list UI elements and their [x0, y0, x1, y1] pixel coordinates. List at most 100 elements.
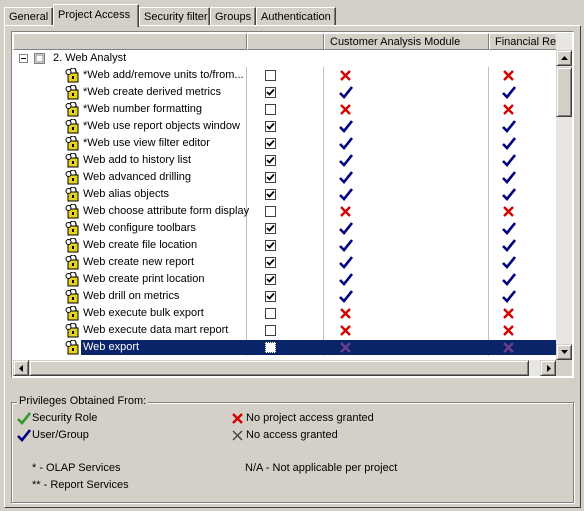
table-row[interactable]: Web create file location	[13, 237, 572, 254]
table-row[interactable]: Web execute data mart report	[13, 322, 572, 339]
tree-group-row[interactable]: 2. Web Analyst	[13, 50, 572, 67]
horizontal-scroll-thumb[interactable]	[29, 360, 529, 376]
column-divider	[488, 186, 489, 203]
table-row[interactable]: Web add to history list	[13, 152, 572, 169]
red-x-icon	[340, 70, 351, 81]
table-row[interactable]: *Web number formatting	[13, 101, 572, 118]
financial-rep-status	[502, 341, 516, 354]
column-divider	[246, 288, 247, 305]
table-row[interactable]: *Web use view filter editor	[13, 135, 572, 152]
privilege-checkbox[interactable]	[265, 257, 276, 268]
table-row[interactable]: Web execute bulk export	[13, 305, 572, 322]
blue-check-icon	[17, 429, 31, 442]
column-divider	[488, 305, 489, 322]
column-divider	[246, 271, 247, 288]
privilege-checkbox[interactable]	[265, 70, 276, 81]
privilege-checkbox[interactable]	[265, 240, 276, 251]
legend-no-project-label: No project access granted	[246, 412, 374, 424]
checkmark-icon	[266, 258, 275, 266]
privilege-checkbox[interactable]	[265, 325, 276, 336]
table-row[interactable]: Web create print location	[13, 271, 572, 288]
tab-project-access[interactable]: Project Access	[53, 4, 139, 27]
table-row[interactable]: Web configure toolbars	[13, 220, 572, 237]
financial-rep-status	[502, 205, 516, 218]
privilege-checkbox[interactable]	[265, 342, 276, 353]
privilege-label: *Web add/remove units to/from...	[83, 69, 244, 81]
horizontal-scrollbar[interactable]	[13, 360, 572, 376]
privilege-checkbox[interactable]	[265, 138, 276, 149]
table-row[interactable]: *Web create derived metrics	[13, 84, 572, 101]
checkmark-icon	[266, 88, 275, 96]
privilege-checkbox[interactable]	[265, 223, 276, 234]
customer-analysis-status	[339, 137, 354, 150]
privilege-lock-icon	[65, 237, 80, 253]
table-row[interactable]: *Web add/remove units to/from...	[13, 67, 572, 84]
group-label: 2. Web Analyst	[53, 52, 127, 64]
collapse-icon[interactable]	[19, 54, 28, 63]
tab-project-access-label: Project Access	[58, 9, 131, 21]
financial-rep-status	[502, 171, 517, 184]
column-divider	[488, 118, 489, 135]
scroll-right-button[interactable]	[540, 360, 556, 376]
tab-groups[interactable]: Groups	[210, 7, 256, 25]
privilege-checkbox[interactable]	[265, 274, 276, 285]
privilege-checkbox[interactable]	[265, 172, 276, 183]
customer-analysis-status	[339, 341, 353, 354]
table-row[interactable]: *Web use report objects window	[13, 118, 572, 135]
tab-general[interactable]: General	[4, 7, 53, 25]
tab-authentication[interactable]: Authentication	[256, 7, 336, 25]
privilege-checkbox[interactable]	[265, 206, 276, 217]
privilege-checkbox[interactable]	[265, 291, 276, 302]
table-row[interactable]: Web alias objects	[13, 186, 572, 203]
checkmark-icon	[266, 190, 275, 198]
table-row[interactable]: Web drill on metrics	[13, 288, 572, 305]
customer-analysis-status	[339, 154, 354, 167]
scroll-up-button[interactable]	[556, 50, 572, 66]
group-checkbox[interactable]	[34, 53, 45, 64]
legend-report-services: ** - Report Services	[32, 479, 129, 491]
column-header-granted[interactable]	[247, 33, 324, 50]
privilege-checkbox[interactable]	[265, 308, 276, 319]
scroll-left-button[interactable]	[13, 360, 29, 376]
scroll-down-button[interactable]	[556, 344, 572, 360]
red-x-icon	[340, 206, 351, 217]
financial-rep-status	[502, 188, 517, 201]
blue-check-icon	[339, 290, 354, 303]
privilege-checkbox[interactable]	[265, 87, 276, 98]
financial-rep-status	[502, 256, 517, 269]
column-header-name[interactable]	[13, 33, 247, 50]
financial-rep-status	[502, 239, 517, 252]
column-divider	[323, 288, 324, 305]
blue-check-icon	[339, 273, 354, 286]
blue-check-icon	[502, 154, 517, 167]
vertical-scrollbar[interactable]	[556, 33, 572, 360]
financial-rep-status	[502, 222, 517, 235]
privilege-lock-icon	[65, 169, 80, 185]
column-header-customer-analysis[interactable]: Customer Analysis Module	[324, 33, 489, 50]
privilege-checkbox[interactable]	[265, 121, 276, 132]
blue-check-icon	[339, 171, 354, 184]
tab-general-label: General	[9, 11, 49, 23]
blue-check-icon	[339, 86, 354, 99]
column-divider	[246, 101, 247, 118]
customer-analysis-status	[339, 256, 354, 269]
privilege-checkbox[interactable]	[265, 104, 276, 115]
privilege-checkbox[interactable]	[265, 189, 276, 200]
column-divider	[246, 237, 247, 254]
table-row[interactable]: Web export	[13, 339, 572, 356]
privileges-grid[interactable]: Customer Analysis Module Financial Rep 2…	[11, 31, 574, 378]
column-divider	[488, 101, 489, 118]
privilege-label: Web create new report	[83, 256, 195, 268]
tab-security-filter[interactable]: Security filter	[139, 7, 210, 25]
financial-rep-status	[502, 273, 517, 286]
column-divider	[246, 135, 247, 152]
privilege-label: Web add to history list	[83, 154, 192, 166]
vertical-scroll-thumb[interactable]	[556, 67, 572, 117]
table-row[interactable]: Web create new report	[13, 254, 572, 271]
table-row[interactable]: Web choose attribute form display	[13, 203, 572, 220]
gray-x-icon	[232, 430, 243, 441]
table-row[interactable]: Web advanced drilling	[13, 169, 572, 186]
privilege-checkbox[interactable]	[265, 155, 276, 166]
column-divider	[323, 186, 324, 203]
green-check-icon	[17, 412, 31, 425]
